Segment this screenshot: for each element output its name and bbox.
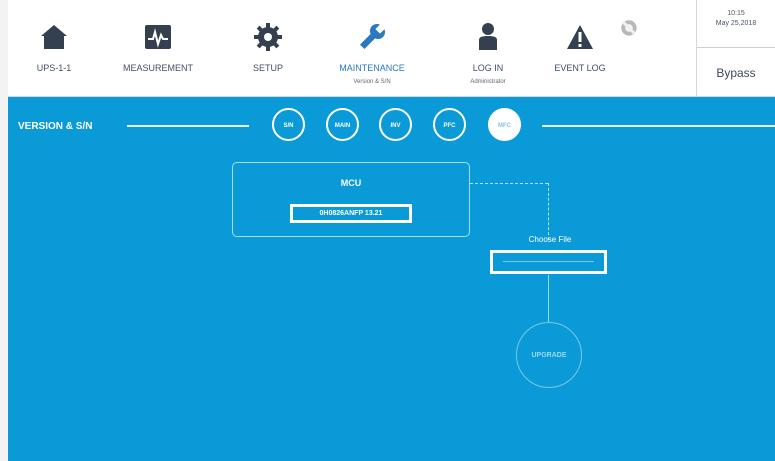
mode-status: Bypass <box>716 66 756 80</box>
mcu-title: MCU <box>340 178 362 188</box>
mcu-panel: MCU 0H0826ANFP 13.21 <box>232 162 470 237</box>
status-panel: 10:15 May 25,2018 Bypass <box>696 0 775 96</box>
file-placeholder-line <box>503 261 594 262</box>
nav-measurement-label: MEASUREMENT <box>122 63 193 73</box>
wrench-icon <box>360 24 385 49</box>
user-icon <box>479 23 497 50</box>
nav-ups-label: UPS-1-1 <box>36 63 72 73</box>
title-line-right <box>542 125 775 127</box>
choose-file-label: Choose File <box>528 235 572 244</box>
title-line-left <box>127 125 249 127</box>
upgrade-button[interactable]: UPGRADE <box>516 322 582 388</box>
tab-sn[interactable]: S/N <box>272 108 305 141</box>
tab-main[interactable]: MAIN <box>326 108 359 141</box>
tab-inv[interactable]: INV <box>379 108 412 141</box>
home-icon <box>41 25 67 49</box>
mute-icon <box>621 20 637 36</box>
connector-dashed-horizontal <box>470 183 548 184</box>
page-title: VERSION & S/N <box>18 121 93 132</box>
nav-login-sublabel: Administrator <box>470 79 506 85</box>
nav-login-label: LOG IN <box>472 63 504 73</box>
nav-maintenance-sublabel: Version & S/N <box>353 79 391 85</box>
status-divider <box>697 47 775 48</box>
nav-login[interactable]: LOG IN Administrator <box>442 0 534 96</box>
choose-file-input[interactable] <box>490 250 607 274</box>
nav-measurement[interactable]: MEASUREMENT <box>112 0 204 96</box>
tab-pfc[interactable]: PFC <box>433 108 466 141</box>
gear-icon <box>254 23 282 51</box>
top-navigation: UPS-1-1 MEASUREMENT SETUP MAINTENANCE Ve… <box>8 0 775 97</box>
connector-dashed-vertical <box>548 183 549 240</box>
tab-mfc[interactable]: MFC <box>488 108 521 141</box>
clock-date: May 25,2018 <box>715 20 757 27</box>
nav-maintenance-label: MAINTENANCE <box>339 63 405 73</box>
clock-time: 10:15 <box>727 10 745 17</box>
warning-icon <box>567 25 593 49</box>
firmware-version: 0H0826ANFP 13.21 <box>290 204 412 223</box>
nav-ups[interactable]: UPS-1-1 <box>8 0 100 96</box>
main-screen: UPS-1-1 MEASUREMENT SETUP MAINTENANCE Ve… <box>8 0 775 461</box>
nav-maintenance[interactable]: MAINTENANCE Version & S/N <box>326 0 418 96</box>
mute-toggle[interactable] <box>604 0 660 96</box>
nav-setup-label: SETUP <box>252 63 283 73</box>
pulse-icon <box>145 25 171 49</box>
nav-setup[interactable]: SETUP <box>222 0 314 96</box>
connector-line <box>548 275 549 322</box>
